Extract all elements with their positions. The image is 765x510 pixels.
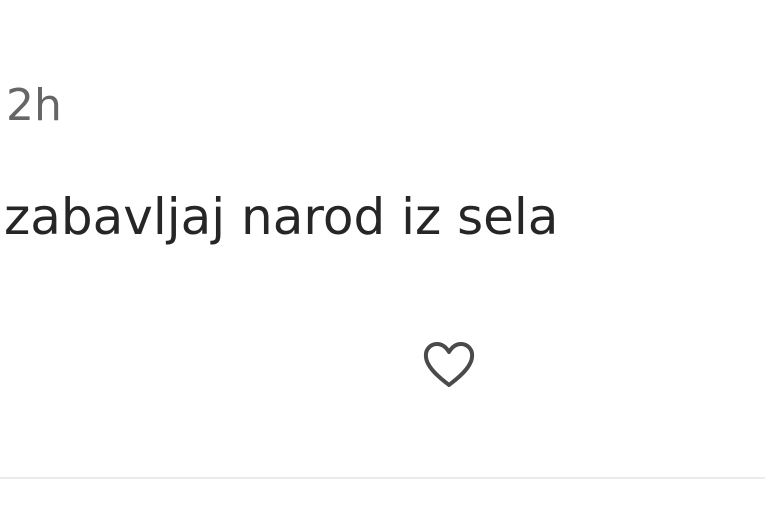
comment-timestamp: 2h [6, 80, 62, 131]
like-button[interactable] [420, 338, 478, 392]
divider [0, 477, 765, 479]
heart-outline-icon [423, 342, 475, 387]
comment-item: 2h zabavljaj narod iz sela [0, 0, 765, 510]
comment-text: zabavljaj narod iz sela [4, 188, 559, 246]
